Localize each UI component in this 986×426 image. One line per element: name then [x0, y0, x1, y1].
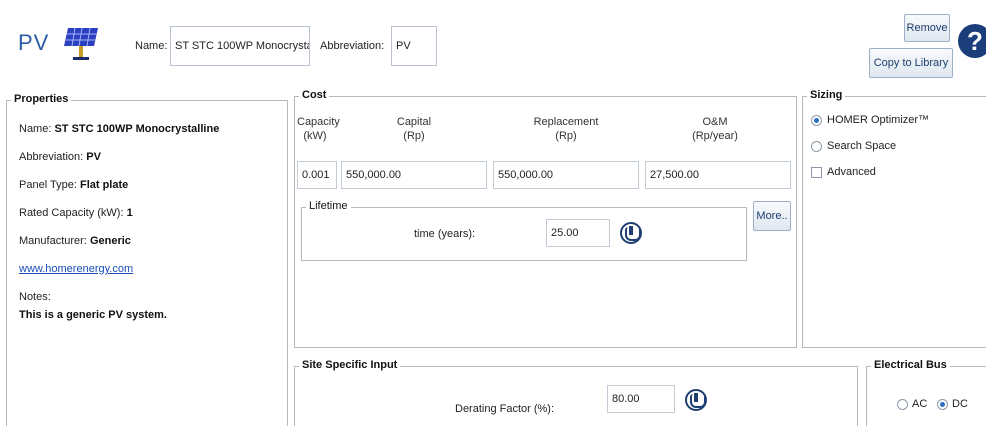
- col-replacement-header: Replacement (Rp): [495, 115, 637, 143]
- replacement-input[interactable]: 550,000.00: [493, 161, 639, 189]
- col-capital-header: Capital (Rp): [343, 115, 485, 143]
- derating-factor-label: Derating Factor (%):: [455, 403, 555, 415]
- prop-abbreviation: Abbreviation: PV: [19, 151, 101, 163]
- prop-panel-type: Panel Type: Flat plate: [19, 179, 128, 191]
- sizing-title: Sizing: [807, 89, 846, 101]
- col-capacity-line2: (kW): [303, 130, 327, 142]
- col-replacement-line2: (Rp): [555, 130, 577, 142]
- abbreviation-label: Abbreviation:: [320, 40, 385, 52]
- lifetime-time-label: time (years):: [414, 228, 476, 240]
- bus-dc-label: DC: [952, 398, 968, 410]
- name-label: Name:: [135, 40, 168, 52]
- prop-rated-capacity: Rated Capacity (kW): 1: [19, 207, 133, 219]
- prop-name-key: Name:: [19, 123, 52, 135]
- prop-abbreviation-value: PV: [86, 151, 101, 163]
- prop-manufacturer: Manufacturer: Generic: [19, 235, 131, 247]
- solar-panel-icon: [64, 27, 98, 60]
- sizing-group: Sizing HOMER Optimizer™ Search Space Adv…: [802, 89, 986, 348]
- homer-optimizer-label: HOMER Optimizer™: [827, 114, 930, 126]
- electrical-bus-title: Electrical Bus: [871, 359, 950, 371]
- electrical-bus-group: Electrical Bus AC DC: [866, 359, 986, 426]
- prop-rated-capacity-key: Rated Capacity (kW):: [19, 207, 124, 219]
- homer-optimizer-radio[interactable]: [811, 115, 822, 126]
- properties-group: Properties Name: ST STC 100WP Monocrysta…: [6, 93, 288, 426]
- abbreviation-input[interactable]: PV: [391, 26, 437, 66]
- col-capacity-line1: Capacity: [297, 116, 340, 128]
- col-om-line2: (Rp/year): [692, 130, 738, 142]
- copy-to-library-button[interactable]: Copy to Library: [869, 48, 953, 78]
- cost-title: Cost: [299, 89, 330, 101]
- col-om-header: O&M (Rp/year): [645, 115, 785, 143]
- col-capital-line1: Capital: [396, 116, 432, 128]
- more-button[interactable]: More..: [753, 201, 791, 231]
- remove-button[interactable]: Remove: [904, 14, 950, 42]
- col-om-line1: O&M: [702, 116, 728, 128]
- website-link[interactable]: www.homerenergy.com: [19, 263, 133, 275]
- component-title: PV: [18, 30, 50, 55]
- notes-label: Notes:: [19, 291, 51, 303]
- prop-panel-type-key: Panel Type:: [19, 179, 77, 191]
- prop-name: Name: ST STC 100WP Monocrystalline: [19, 123, 219, 135]
- bus-dc-radio[interactable]: [937, 399, 948, 410]
- cost-group: Cost Capacity (kW) Capital (Rp) Replacem…: [294, 89, 797, 348]
- derating-sensitivity-icon[interactable]: [685, 389, 707, 411]
- capital-input[interactable]: 550,000.00: [341, 161, 487, 189]
- site-specific-title: Site Specific Input: [299, 359, 401, 371]
- notes-text: This is a generic PV system.: [19, 309, 167, 321]
- col-capacity-header: Capacity (kW): [297, 115, 340, 143]
- lifetime-input[interactable]: 25.00: [546, 219, 610, 247]
- advanced-checkbox[interactable]: [811, 167, 822, 178]
- search-space-radio[interactable]: [811, 141, 822, 152]
- search-space-label: Search Space: [827, 140, 897, 152]
- om-input[interactable]: 27,500.00: [645, 161, 791, 189]
- capacity-input[interactable]: 0.001: [297, 161, 337, 189]
- prop-manufacturer-key: Manufacturer:: [19, 235, 87, 247]
- name-input[interactable]: ST STC 100WP Monocrysta: [170, 26, 310, 66]
- properties-title: Properties: [11, 93, 72, 105]
- prop-name-value: ST STC 100WP Monocrystalline: [54, 123, 220, 135]
- prop-panel-type-value: Flat plate: [79, 179, 129, 191]
- prop-rated-capacity-value: 1: [126, 207, 133, 219]
- lifetime-sensitivity-icon[interactable]: [620, 222, 642, 244]
- lifetime-group: Lifetime time (years): 25.00: [301, 200, 747, 261]
- bus-ac-label: AC: [912, 398, 928, 410]
- prop-manufacturer-value: Generic: [89, 235, 131, 247]
- lifetime-title: Lifetime: [306, 200, 351, 212]
- prop-abbreviation-key: Abbreviation:: [19, 151, 84, 163]
- site-specific-group: Site Specific Input Derating Factor (%):…: [294, 359, 858, 426]
- help-icon[interactable]: ?: [958, 24, 986, 58]
- col-capital-line2: (Rp): [403, 130, 425, 142]
- col-replacement-line1: Replacement: [533, 116, 599, 128]
- bus-ac-radio[interactable]: [897, 399, 908, 410]
- advanced-label: Advanced: [827, 166, 876, 178]
- derating-factor-input[interactable]: 80.00: [607, 385, 675, 413]
